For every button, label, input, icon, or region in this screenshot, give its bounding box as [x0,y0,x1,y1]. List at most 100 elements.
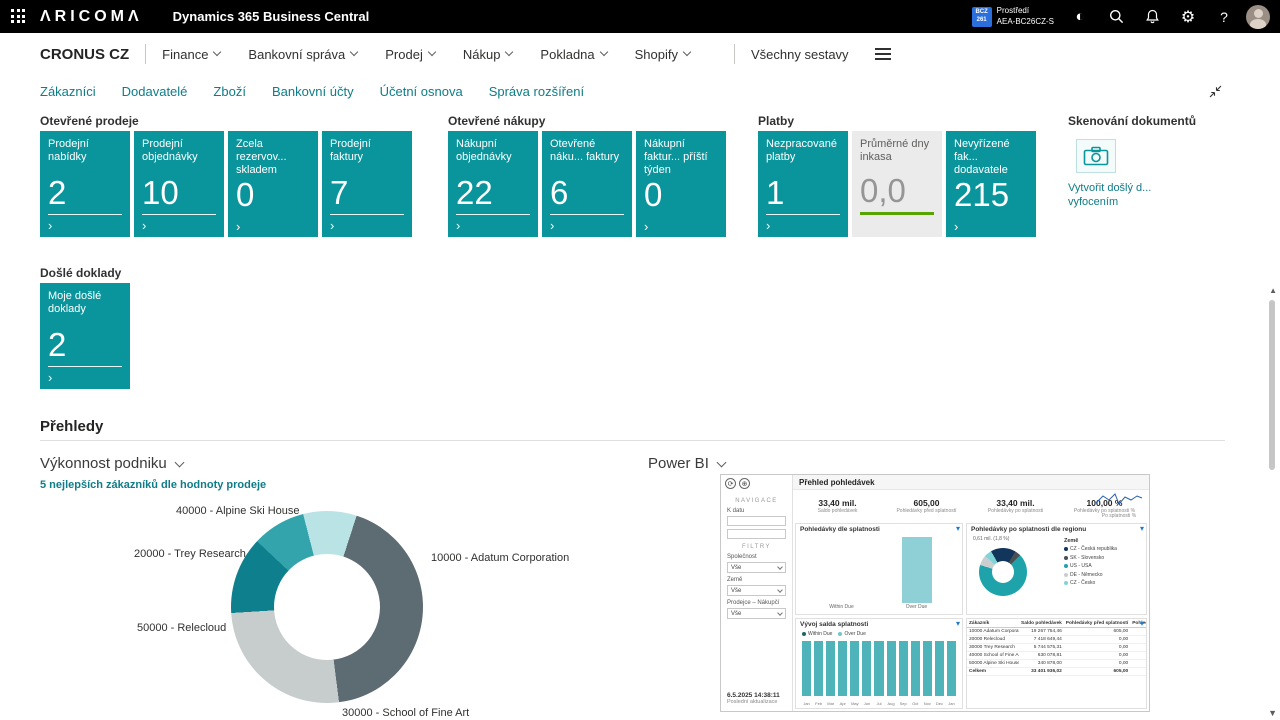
cell-before-due: 0,00 [1064,635,1130,643]
cue-tile[interactable]: Prodejní objednávky 10 [134,131,224,237]
create-incoming-document-action[interactable]: Vytvořit došlý d... vyfocením [1068,182,1198,210]
environment-badge: BCZ 261 [972,7,992,27]
legend-label: Within Due [808,630,832,639]
trend-bar [947,641,956,697]
cue-tile-underline [860,212,934,215]
cue-tile-label: Nákupní faktur... příští týden [644,138,718,178]
scroll-up-arrow[interactable] [1269,286,1277,295]
cue-tile-value: 6 [550,176,624,209]
cue-tile-label: Prodejní objednávky [142,138,216,164]
environment-info[interactable]: Prostředí AEA-BC26CZ-S [997,6,1054,27]
trend-bar [862,641,871,697]
refresh-icon[interactable] [725,478,736,489]
navigation-bar: CRONUS CZ Finance Bankovní správa Prodej… [0,33,1280,107]
donut-hole [274,554,380,660]
cell-over-due: 340 878,00 [1130,659,1147,667]
cue-tile[interactable]: Prodejní faktury 7 [322,131,412,237]
quick-link[interactable]: Dodavatelé [122,84,188,99]
expand-icon[interactable] [739,478,750,489]
menu-item[interactable]: Finance [162,47,220,62]
settings-gear-icon[interactable] [1170,0,1206,33]
kpi-value: 605,00 [883,498,970,508]
chevron-right-icon [236,220,310,232]
cell-before-due: 0,00 [1064,651,1130,659]
cue-tile[interactable]: Průměrné dny inkasa 0,0 [852,131,942,237]
quick-link[interactable]: Zákazníci [40,84,96,99]
chevron-down-icon [716,458,726,468]
legend-dot [838,632,842,636]
cell-customer: 40000 School of Fine Art [967,651,1019,659]
cue-tile-value: 2 [48,328,122,361]
kpi-sparkline-card: Po splatnosti % [1093,492,1145,519]
cue-tile-value: 7 [330,176,404,209]
tiles-incoming-documents: Moje došlé doklady 2 [40,283,130,389]
cue-tile[interactable]: Nezpracované platby 1 [758,131,848,237]
filter-select[interactable]: Vše [727,608,786,619]
divider [145,44,146,64]
app-launcher-icon[interactable] [11,9,26,24]
panel-menu-icon[interactable] [1140,524,1144,533]
filter-select[interactable]: Vše [727,562,786,573]
legend-label: SK - Slovensko [1070,554,1104,563]
cue-tile[interactable]: Nevyřízené fak... dodavatele 215 [946,131,1036,237]
date-to-input[interactable] [727,529,786,539]
cue-tile-underline [142,214,216,215]
company-name[interactable]: CRONUS CZ [40,46,129,63]
menu-item[interactable]: Nákup [463,47,513,62]
cue-tile[interactable]: Otevřené náku... faktury 6 [542,131,632,237]
divider [734,44,735,64]
report-title: Přehled pohledávek [793,475,1149,490]
menu-item[interactable]: Pokladna [540,47,606,62]
panel-receivables-by-due: Pohledávky dle splatnosti Within Due Ove… [795,523,963,615]
panel-menu-icon[interactable] [1140,619,1144,628]
trend-bar [850,641,859,697]
cue-tile[interactable]: Zcela rezervov... skladem 0 [228,131,318,237]
quick-link[interactable]: Bankovní účty [272,84,354,99]
cue-tile[interactable]: Moje došlé doklady 2 [40,283,130,389]
chevron-down-icon [599,48,607,56]
menu-item[interactable]: Bankovní správa [248,47,357,62]
menu-item-all-reports[interactable]: Všechny sestavy [751,47,849,62]
cue-tile[interactable]: Prodejní nabídky 2 [40,131,130,237]
power-bi-heading[interactable]: Power BI [648,455,725,472]
notifications-bell-icon[interactable] [1134,0,1170,33]
quick-link[interactable]: Zboží [213,84,246,99]
cell-customer: Celkem [967,667,1019,675]
scroll-down-arrow[interactable] [1268,708,1277,718]
camera-scan-icon[interactable] [1076,139,1116,173]
section-title-scanning: Skenování dokumentů [1068,114,1196,128]
business-performance-heading[interactable]: Výkonnost podniku [40,455,183,472]
date-from-input[interactable] [727,516,786,526]
due-slot-within: Within Due [809,537,875,612]
search-icon[interactable] [1098,0,1134,33]
panel-menu-icon[interactable] [956,524,960,533]
top-customers-donut-chart [231,511,423,703]
legend-title: Země [1064,538,1142,544]
scrollbar-thumb[interactable] [1269,300,1275,470]
cue-tile[interactable]: Nákupní faktur... příští týden 0 [636,131,726,237]
cue-tile[interactable]: Nákupní objednávky 22 [448,131,538,237]
top-bar: ΛRICOMΛ Dynamics 365 Business Central BC… [0,0,1280,33]
table-row: 10000 Adatum Corporation 19 267 754,46 6… [967,627,1147,635]
quick-link[interactable]: Účetní osnova [380,84,463,99]
help-icon[interactable] [1206,0,1242,33]
last-refresh: 6.5.2025 14:38:11 Poslední aktualizace [727,692,780,705]
menu-item[interactable]: Shopify [635,47,690,62]
trend-x-label: May [850,701,859,706]
user-avatar[interactable] [1246,5,1270,29]
theme-icon[interactable] [1062,0,1098,33]
panel-menu-icon[interactable] [956,619,960,628]
section-title-payments: Platby [758,114,794,128]
more-menu-icon[interactable] [875,48,891,60]
cue-tile-label: Nezpracované platby [766,138,840,164]
menu-item[interactable]: Prodej [385,47,435,62]
chevron-right-icon [48,219,122,231]
date-filter-label: K datu [727,508,786,514]
trend-x-label: Nov [923,701,932,706]
filter-select[interactable]: Vše [727,585,786,596]
collapse-layout-icon[interactable] [1209,85,1222,98]
quick-link[interactable]: Správa rozšíření [489,84,584,99]
table-header-row: Zákazník Saldo pohledávek Pohledávky pře… [967,620,1147,628]
cue-tile-underline [48,214,122,215]
chart-subtitle: 5 nejlepších zákazníků dle hodnoty prode… [40,479,266,491]
